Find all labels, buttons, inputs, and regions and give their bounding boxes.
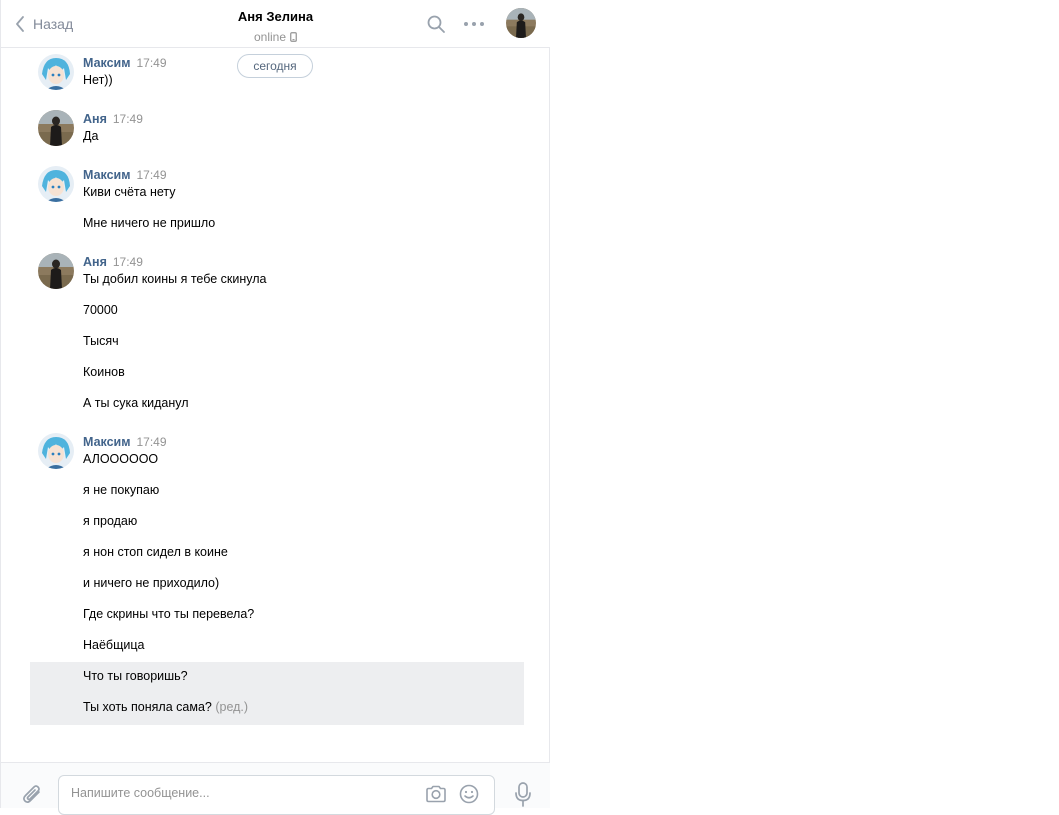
author-avatar[interactable]: [38, 166, 74, 202]
camera-icon: [426, 785, 446, 803]
message-time[interactable]: 17:49: [113, 112, 143, 126]
microphone-icon: [515, 782, 531, 807]
message-time[interactable]: 17:49: [137, 168, 167, 182]
author-name[interactable]: Максим: [83, 168, 131, 182]
more-dots-icon: [464, 22, 484, 26]
photo-avatar-icon: [38, 253, 74, 289]
message-text[interactable]: Что ты говоришь?: [83, 669, 188, 683]
message-text[interactable]: я нон стоп сидел в коине: [83, 545, 228, 559]
edited-mark: (ред.): [215, 700, 249, 714]
anime-avatar-icon: [38, 54, 74, 90]
message-input[interactable]: [71, 782, 421, 804]
author-line: Максим 17:49: [83, 435, 167, 449]
message-text[interactable]: 70000: [83, 303, 118, 317]
message-text[interactable]: Ты добил коины я тебе скинула: [83, 272, 267, 286]
author-avatar[interactable]: [38, 54, 74, 90]
more-button[interactable]: [463, 18, 485, 36]
message-text[interactable]: Тысяч: [83, 334, 119, 348]
mobile-phone-icon: [290, 32, 297, 42]
author-line: Максим 17:49: [83, 56, 167, 70]
emoji-icon: [459, 784, 479, 804]
voice-message-button[interactable]: [514, 782, 532, 813]
message-text: Ты хоть поняла сама?: [83, 700, 212, 714]
chat-panel: Назад Аня Зелина online Максим 17:49 Нет…: [0, 0, 550, 815]
message-text[interactable]: АЛОООООО: [83, 452, 158, 466]
date-divider: сегодня: [237, 54, 313, 78]
camera-button[interactable]: [425, 785, 447, 808]
message-text[interactable]: Наёбщица: [83, 638, 144, 652]
author-avatar[interactable]: [38, 433, 74, 469]
author-line: Аня 17:49: [83, 112, 143, 126]
message-text[interactable]: Коинов: [83, 365, 125, 379]
anime-avatar-icon: [38, 166, 74, 202]
paperclip-icon: [23, 785, 40, 803]
message-text[interactable]: Где скрины что ты перевела?: [83, 607, 254, 621]
message-text[interactable]: я продаю: [83, 514, 137, 528]
message-text[interactable]: А ты сука киданул: [83, 396, 189, 410]
author-avatar[interactable]: [38, 253, 74, 289]
author-line: Аня 17:49: [83, 255, 143, 269]
message-time[interactable]: 17:49: [137, 435, 167, 449]
peer-status-text: online: [253, 30, 287, 44]
message-text[interactable]: Киви счёта нету: [83, 185, 176, 199]
message-text[interactable]: Да: [83, 129, 98, 143]
author-name[interactable]: Аня: [83, 112, 107, 126]
photo-avatar-icon: [506, 8, 536, 38]
message-edited[interactable]: Ты хоть поняла сама? (ред.): [83, 700, 248, 714]
author-line: Максим 17:49: [83, 168, 167, 182]
author-name[interactable]: Максим: [83, 56, 131, 70]
search-button[interactable]: [426, 14, 446, 39]
back-label: Назад: [33, 16, 74, 32]
back-button[interactable]: Назад: [15, 14, 73, 34]
emoji-button[interactable]: [459, 784, 479, 809]
message-time[interactable]: 17:49: [137, 56, 167, 70]
anime-avatar-icon: [38, 433, 74, 469]
photo-avatar-icon: [38, 110, 74, 146]
search-icon: [427, 15, 445, 33]
message-text[interactable]: Нет)): [83, 73, 113, 87]
message-history[interactable]: Максим 17:49 Нет)) Аня 17:49 Да Максим 1…: [1, 49, 550, 762]
message-text[interactable]: я не покупаю: [83, 483, 159, 497]
chevron-left-icon: [16, 16, 24, 32]
message-time[interactable]: 17:49: [113, 255, 143, 269]
author-name[interactable]: Максим: [83, 435, 131, 449]
author-name[interactable]: Аня: [83, 255, 107, 269]
author-avatar[interactable]: [38, 110, 74, 146]
peer-name[interactable]: Аня Зелина: [238, 9, 313, 24]
composer: [1, 762, 550, 815]
chat-header: Назад Аня Зелина online: [1, 0, 550, 48]
message-text[interactable]: и ничего не приходило): [83, 576, 219, 590]
peer-avatar[interactable]: [506, 8, 536, 38]
message-field[interactable]: [58, 775, 495, 815]
message-text[interactable]: Мне ничего не пришло: [83, 216, 215, 230]
